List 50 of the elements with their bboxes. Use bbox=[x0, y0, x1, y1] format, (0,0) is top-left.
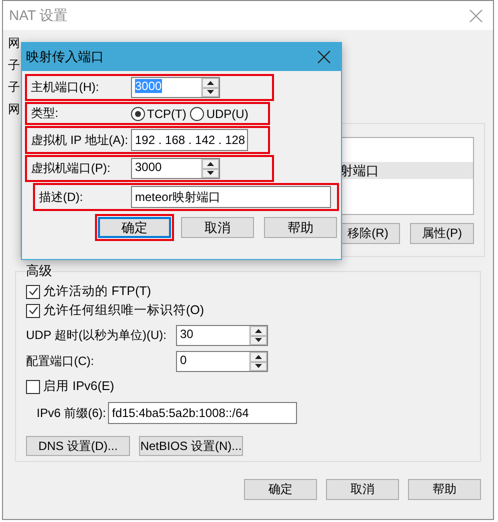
checkbox[interactable] bbox=[26, 304, 40, 318]
dialog-button[interactable]: 取消 bbox=[181, 217, 254, 238]
dialog-title: 映射传入端口 bbox=[26, 48, 104, 66]
spin-up-icon[interactable] bbox=[255, 328, 262, 333]
dialog-button[interactable]: 取消 bbox=[326, 479, 399, 500]
field-label: 描述(D): bbox=[39, 188, 84, 206]
checkbox-label: 允许任何组织唯一标识符(O) bbox=[43, 302, 204, 319]
text-field[interactable]: meteor映射端口 bbox=[131, 186, 331, 208]
spin-down-icon[interactable] bbox=[255, 364, 262, 368]
field-label: UDP 超时(以秒为单位)(U): bbox=[26, 327, 168, 344]
dialog-button[interactable]: 帮助 bbox=[264, 217, 337, 238]
radio-label: TCP(T) bbox=[147, 106, 186, 120]
spin-down-icon[interactable] bbox=[255, 338, 262, 342]
window-title: NAT 设置 bbox=[9, 6, 68, 24]
spin-down-icon[interactable] bbox=[207, 90, 214, 94]
field-label: 虚拟机 IP 地址(A): bbox=[31, 132, 130, 148]
dialog-button[interactable]: 属性(P) bbox=[410, 223, 474, 244]
radio-label: UDP(U) bbox=[206, 106, 248, 120]
text-field[interactable]: fd15:4ba5:5a2b:1008::/64 bbox=[108, 402, 297, 424]
number-field[interactable]: 0 bbox=[176, 351, 268, 372]
dialog-button[interactable]: 帮助 bbox=[408, 479, 481, 500]
field-label: 子 bbox=[8, 57, 20, 74]
spin-up-icon[interactable] bbox=[255, 354, 262, 359]
dialog-button[interactable]: NetBIOS 设置(N)... bbox=[139, 436, 243, 456]
group-title: 高级 bbox=[26, 262, 52, 280]
spin-down-icon[interactable] bbox=[207, 171, 214, 176]
number-field[interactable]: 30 bbox=[176, 325, 268, 346]
dialog-button[interactable]: 确定 bbox=[244, 479, 317, 500]
ip-address-field[interactable]: 192 . 168 . 142 . 128 bbox=[131, 129, 248, 151]
dialog-button[interactable]: DNS 设置(D)... bbox=[26, 436, 130, 456]
field-label: 虚拟机端口(P): bbox=[31, 160, 112, 177]
radio-button[interactable] bbox=[190, 106, 204, 120]
field-label: 子 bbox=[8, 79, 20, 96]
field-label: 网 bbox=[8, 35, 20, 52]
checkbox[interactable] bbox=[26, 380, 40, 394]
field-label: 主机端口(H): bbox=[31, 79, 100, 96]
number-field[interactable]: 3000 bbox=[131, 158, 220, 179]
checkbox[interactable] bbox=[26, 284, 40, 298]
dialog-button[interactable]: 确定 bbox=[98, 217, 171, 238]
close-icon[interactable] bbox=[317, 50, 331, 64]
radio-button[interactable] bbox=[131, 106, 145, 120]
field-label: IPv6 前缀(6): bbox=[36, 404, 106, 422]
spin-up-icon[interactable] bbox=[207, 162, 214, 166]
field-label: 类型: bbox=[31, 105, 60, 122]
spin-up-icon[interactable] bbox=[207, 80, 214, 85]
checkbox-label: 启用 IPv6(E) bbox=[43, 378, 114, 395]
field-label: 网 bbox=[8, 101, 20, 118]
checkbox-label: 允许活动的 FTP(T) bbox=[43, 283, 152, 300]
field-label: 配置端口(C): bbox=[26, 353, 95, 370]
close-icon[interactable] bbox=[469, 8, 483, 22]
